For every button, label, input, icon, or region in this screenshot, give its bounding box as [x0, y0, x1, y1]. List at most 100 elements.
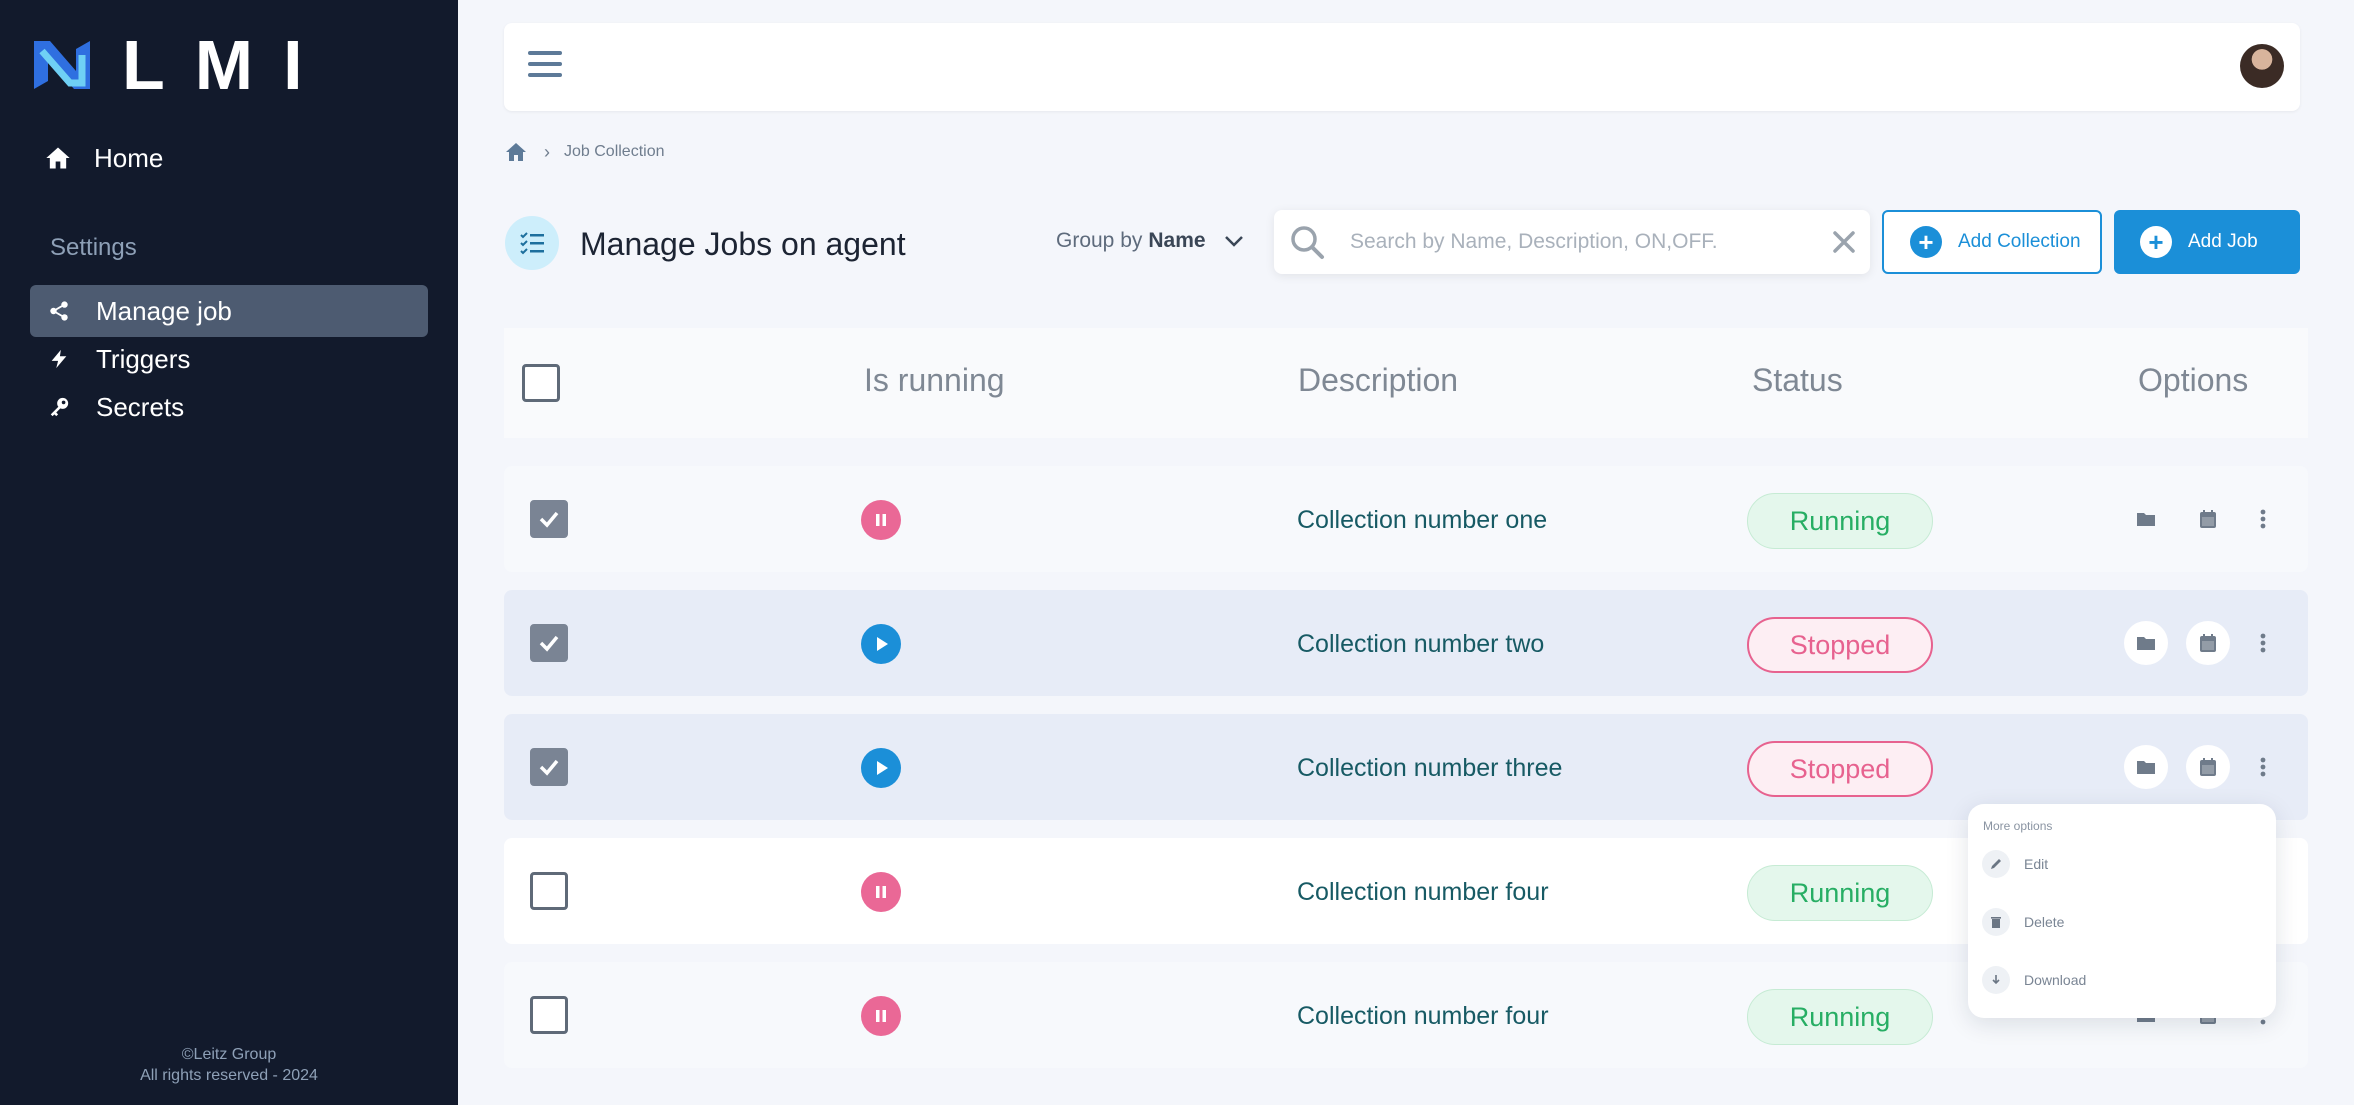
sidebar-item-label: Manage job	[96, 295, 232, 326]
home-icon	[46, 147, 70, 169]
sidebar-item-label: Home	[94, 142, 164, 173]
plus-circle-icon: +	[1910, 226, 1942, 258]
more-options-button[interactable]	[2241, 621, 2285, 665]
row-checkbox[interactable]	[530, 624, 568, 662]
folder-button[interactable]	[2124, 745, 2168, 789]
status-badge: Stopped	[1747, 741, 1933, 797]
schedule-button[interactable]	[2186, 621, 2230, 665]
sidebar-item-label: Secrets	[96, 391, 185, 422]
pause-button[interactable]	[861, 500, 901, 540]
logo[interactable]: LMI	[28, 30, 333, 100]
checklist-icon	[505, 216, 559, 270]
pause-button[interactable]	[861, 872, 901, 912]
chevron-down-icon	[1224, 236, 1243, 247]
calendar-icon	[2200, 510, 2216, 528]
row-description: Collection number four	[1297, 878, 1549, 906]
calendar-icon	[2200, 634, 2216, 652]
row-description: Collection number four	[1297, 1002, 1549, 1030]
group-by-value: Name	[1148, 229, 1206, 252]
sidebar-item-secrets[interactable]: Secrets	[30, 381, 428, 433]
table-row[interactable]: Collection number one Running	[504, 466, 2308, 572]
column-header-is-running: Is running	[864, 362, 1005, 398]
menu-item-edit[interactable]: Edit	[1982, 844, 2262, 884]
add-collection-button[interactable]: + Add Collection	[1882, 210, 2102, 274]
add-collection-label: Add Collection	[1958, 231, 2081, 252]
group-by-label: Group by	[1056, 229, 1143, 252]
close-icon[interactable]	[1830, 228, 1858, 256]
folder-icon	[2137, 637, 2155, 650]
table-header: Is running Description Status Options	[504, 328, 2308, 438]
chevron-right-icon: ›	[544, 141, 550, 162]
status-badge: Stopped	[1747, 617, 1933, 673]
row-checkbox[interactable]	[530, 500, 568, 538]
breadcrumb-home-icon[interactable]	[504, 140, 528, 164]
row-description: Collection number three	[1297, 754, 1563, 782]
menu-item-label: Download	[2024, 972, 2087, 988]
search-icon	[1291, 226, 1324, 259]
status-badge: Running	[1747, 865, 1933, 921]
brand-name: LMI	[122, 26, 333, 104]
calendar-icon	[2200, 758, 2216, 776]
folder-button[interactable]	[2124, 621, 2168, 665]
pause-icon	[876, 886, 886, 898]
top-bar	[504, 23, 2300, 111]
select-all-checkbox[interactable]	[522, 364, 560, 402]
page-title: Manage Jobs on agent	[580, 226, 906, 262]
more-options-button[interactable]	[2241, 497, 2285, 541]
column-header-status: Status	[1752, 362, 1843, 398]
breadcrumb: › Job Collection	[504, 140, 665, 164]
pencil-icon	[1982, 850, 2010, 878]
plus-circle-icon: +	[2140, 226, 2172, 258]
key-icon	[50, 397, 69, 417]
add-job-label: Add Job	[2188, 231, 2258, 252]
logo-mark-icon	[34, 41, 90, 89]
more-options-button[interactable]	[2241, 745, 2285, 789]
pause-button[interactable]	[861, 996, 901, 1036]
column-header-options: Options	[2138, 362, 2249, 398]
add-job-button[interactable]: + Add Job	[2114, 210, 2300, 274]
row-checkbox[interactable]	[530, 748, 568, 786]
rights-line: All rights reserved - 2024	[140, 1067, 318, 1084]
schedule-button[interactable]	[2186, 745, 2230, 789]
table-row[interactable]: Collection number two Stopped	[504, 590, 2308, 696]
play-button[interactable]	[861, 748, 901, 788]
search-box	[1274, 210, 1870, 274]
menu-item-label: Edit	[2024, 856, 2049, 872]
more-options-title: More options	[1983, 819, 2053, 833]
row-description: Collection number two	[1297, 630, 1545, 658]
row-checkbox[interactable]	[530, 872, 568, 910]
search-input[interactable]	[1350, 224, 1790, 260]
row-description: Collection number one	[1297, 506, 1548, 534]
bolt-icon	[51, 349, 67, 369]
copyright-line: ©Leitz Group	[181, 1046, 277, 1063]
check-icon	[539, 511, 559, 528]
more-vertical-icon	[2260, 757, 2266, 777]
download-icon	[1982, 966, 2010, 994]
sidebar-item-home[interactable]: Home	[44, 140, 163, 176]
row-checkbox[interactable]	[530, 996, 568, 1034]
copyright-footer: ©Leitz Group All rights reserved - 2024	[0, 1044, 458, 1086]
folder-icon	[2137, 513, 2155, 526]
schedule-button[interactable]	[2186, 497, 2230, 541]
pause-icon	[876, 514, 886, 526]
sidebar: LMI Home Settings Manage job Triggers Se…	[0, 0, 458, 1105]
avatar[interactable]	[2240, 44, 2284, 88]
status-badge: Running	[1747, 989, 1933, 1045]
more-vertical-icon	[2260, 509, 2266, 529]
hamburger-menu-icon[interactable]	[528, 51, 562, 81]
share-nodes-icon	[50, 301, 68, 321]
group-by-dropdown[interactable]: Group by Name	[1056, 229, 1244, 253]
folder-button[interactable]	[2124, 497, 2168, 541]
menu-item-label: Delete	[2024, 914, 2065, 930]
play-button[interactable]	[861, 624, 901, 664]
breadcrumb-current: Job Collection	[564, 143, 665, 160]
settings-section-label: Settings	[50, 234, 137, 261]
check-icon	[539, 759, 559, 776]
play-icon	[877, 761, 888, 775]
sidebar-item-manage-job[interactable]: Manage job	[30, 285, 428, 337]
menu-item-delete[interactable]: Delete	[1982, 902, 2262, 942]
more-vertical-icon	[2260, 633, 2266, 653]
sidebar-item-label: Triggers	[96, 343, 191, 374]
menu-item-download[interactable]: Download	[1982, 960, 2262, 1000]
sidebar-item-triggers[interactable]: Triggers	[30, 333, 428, 385]
